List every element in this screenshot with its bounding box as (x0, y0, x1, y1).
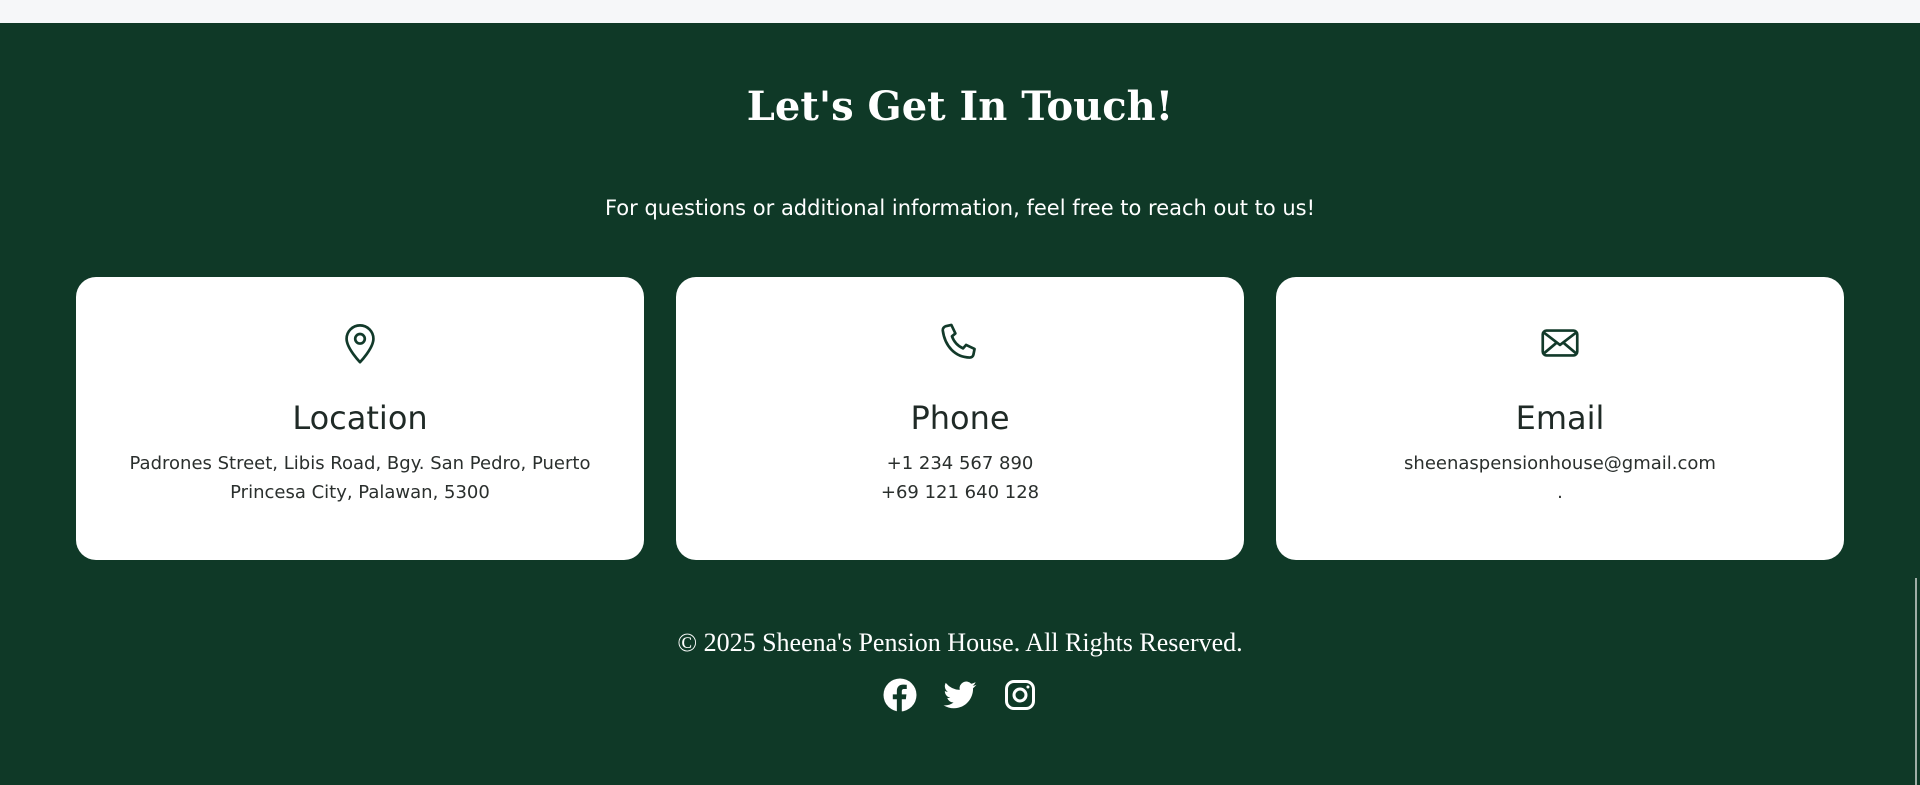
phone-icon (676, 320, 1244, 368)
phone-line-2: +69 121 640 128 (880, 482, 1040, 503)
social-links (0, 677, 1920, 717)
email-line-2: . (1557, 482, 1563, 503)
twitter-icon[interactable] (942, 677, 978, 713)
phone-card: Phone +1 234 567 890 +69 121 640 128 (676, 277, 1244, 560)
email-address: sheenaspensionhouse@gmail.com (1404, 453, 1716, 474)
phone-details: +1 234 567 890 +69 121 640 128 (726, 449, 1194, 507)
email-details: sheenaspensionhouse@gmail.com . (1326, 449, 1794, 507)
email-card: Email sheenaspensionhouse@gmail.com . (1276, 277, 1844, 560)
contact-subheading: For questions or additional information,… (604, 196, 1316, 220)
location-pin-icon (76, 320, 644, 368)
location-details: Padrones Street, Libis Road, Bgy. San Pe… (126, 449, 594, 507)
copyright-text: © 2025 Sheena's Pension House. All Right… (677, 628, 1243, 657)
contact-section: Let's Get In Touch! For questions or add… (0, 23, 1920, 785)
phone-title: Phone (910, 399, 1010, 437)
location-line-2: Princesa City, Palawan, 5300 (230, 482, 490, 503)
envelope-icon (1276, 320, 1844, 368)
email-title: Email (1515, 399, 1605, 437)
instagram-icon[interactable] (1002, 677, 1038, 713)
location-title: Location (292, 399, 428, 437)
location-card: Location Padrones Street, Libis Road, Bg… (76, 277, 644, 560)
scrollbar[interactable] (1915, 578, 1917, 785)
contact-heading: Let's Get In Touch! (746, 83, 1174, 130)
location-line-1: Padrones Street, Libis Road, Bgy. San Pe… (129, 453, 591, 474)
facebook-icon[interactable] (882, 677, 918, 713)
phone-line-1: +1 234 567 890 (886, 453, 1034, 474)
top-page-strip (0, 0, 1920, 23)
